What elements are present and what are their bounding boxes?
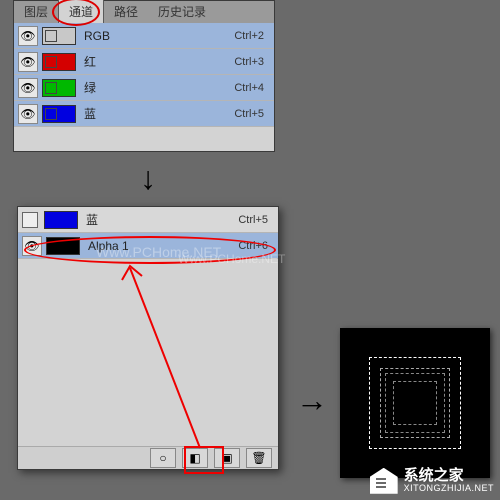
visibility-icon[interactable]: 👁 xyxy=(18,26,38,46)
new-channel-button[interactable]: ▣ xyxy=(214,448,240,468)
site-branding: 系统之家 XITONGZHIJIA.NET xyxy=(370,468,494,494)
channel-thumb xyxy=(44,211,78,229)
visibility-icon[interactable]: 👁 xyxy=(18,52,38,72)
save-selection-button[interactable]: ◧ xyxy=(182,448,208,468)
tab-history[interactable]: 历史记录 xyxy=(148,0,216,23)
channel-thumb xyxy=(42,105,76,123)
channel-row-green[interactable]: 👁 绿 Ctrl+4 xyxy=(14,75,274,101)
channel-shortcut: Ctrl+4 xyxy=(234,82,264,94)
house-icon xyxy=(370,468,398,494)
channel-name: 蓝 xyxy=(84,105,234,122)
channel-row-alpha1[interactable]: 👁 Alpha 1 Ctrl+6 xyxy=(18,233,278,259)
channel-thumb xyxy=(42,27,76,45)
selection-outer-marquee xyxy=(369,357,461,449)
channel-shortcut: Ctrl+2 xyxy=(234,30,264,42)
tab-channels[interactable]: 通道 xyxy=(58,0,104,23)
delete-channel-button[interactable]: 🗑 xyxy=(246,448,272,468)
visibility-icon[interactable]: 👁 xyxy=(22,236,42,256)
tab-layers[interactable]: 图层 xyxy=(14,0,58,23)
tab-paths[interactable]: 路径 xyxy=(104,0,148,23)
channel-shortcut: Ctrl+3 xyxy=(234,56,264,68)
channel-name: Alpha 1 xyxy=(88,239,238,253)
panel-empty-area xyxy=(18,259,278,446)
channels-panel-bottom: 蓝 Ctrl+5 👁 Alpha 1 Ctrl+6 ○ ◧ ▣ 🗑 xyxy=(17,206,279,470)
channel-thumb xyxy=(46,237,80,255)
channel-row-blue[interactable]: 👁 蓝 Ctrl+5 xyxy=(14,101,274,127)
brand-url: XITONGZHIJIA.NET xyxy=(404,484,494,494)
channel-row-rgb[interactable]: 👁 RGB Ctrl+2 xyxy=(14,23,274,49)
channel-thumb xyxy=(42,79,76,97)
channels-panel-top: 图层 通道 路径 历史记录 👁 RGB Ctrl+2 👁 红 Ctrl+3 👁 … xyxy=(13,0,275,152)
channel-row-blue[interactable]: 蓝 Ctrl+5 xyxy=(18,207,278,233)
arrow-right-icon: → xyxy=(296,382,328,419)
channel-list-top: 👁 RGB Ctrl+2 👁 红 Ctrl+3 👁 绿 Ctrl+4 👁 蓝 C… xyxy=(14,23,274,127)
channel-shortcut: Ctrl+5 xyxy=(234,108,264,120)
channel-list-bottom: 蓝 Ctrl+5 👁 Alpha 1 Ctrl+6 xyxy=(18,207,278,259)
channel-name: 红 xyxy=(84,53,234,70)
channel-name: 蓝 xyxy=(86,211,238,228)
channel-row-red[interactable]: 👁 红 Ctrl+3 xyxy=(14,49,274,75)
visibility-checkbox[interactable] xyxy=(22,212,38,228)
channel-shortcut: Ctrl+5 xyxy=(238,214,268,226)
channel-name: 绿 xyxy=(84,79,234,96)
panel-bottom-toolbar: ○ ◧ ▣ 🗑 xyxy=(18,446,278,469)
selection-inner-pattern xyxy=(380,368,450,438)
selection-preview xyxy=(340,328,490,478)
arrow-down-icon: ↓ xyxy=(140,160,156,197)
channel-name: RGB xyxy=(84,29,234,43)
panel-tabs: 图层 通道 路径 历史记录 xyxy=(14,1,274,23)
brand-name: 系统之家 xyxy=(404,468,494,485)
channel-thumb xyxy=(42,53,76,71)
visibility-icon[interactable]: 👁 xyxy=(18,104,38,124)
channel-shortcut: Ctrl+6 xyxy=(238,240,268,252)
load-selection-button[interactable]: ○ xyxy=(150,448,176,468)
visibility-icon[interactable]: 👁 xyxy=(18,78,38,98)
